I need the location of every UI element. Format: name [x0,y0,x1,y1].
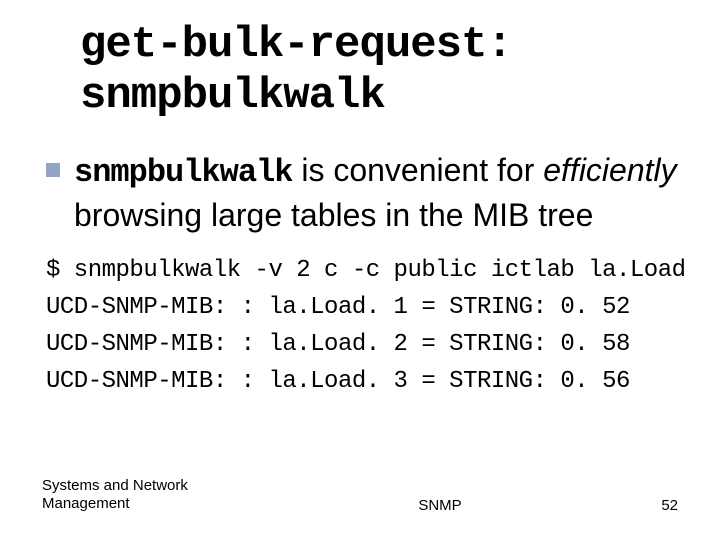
code-line: UCD-SNMP-MIB: : la.Load. 2 = STRING: 0. … [46,331,630,358]
page-number: 52 [618,497,678,514]
bullet-text: snmpbulkwalk is convenient for efficient… [74,149,680,237]
slide-footer: Systems and Network Management SNMP 52 [0,477,720,515]
code-line: $ snmpbulkwalk -v 2 c -c public ictlab l… [46,257,686,284]
command-name: snmpbulkwalk [74,154,292,191]
slide-body: snmpbulkwalk is convenient for efficient… [46,149,680,400]
bullet-pre: is convenient for [292,152,543,188]
code-block: $ snmpbulkwalk -v 2 c -c public ictlab l… [46,252,680,401]
bullet-post: browsing large tables in the MIB tree [74,197,593,233]
footer-center: SNMP [262,497,618,514]
slide: get-bulk-request: snmpbulkwalk snmpbulkw… [0,0,720,540]
title-line-1: get-bulk-request: [80,20,512,70]
slide-title: get-bulk-request: snmpbulkwalk [80,20,680,121]
code-line: UCD-SNMP-MIB: : la.Load. 3 = STRING: 0. … [46,368,630,395]
footer-left-line1: Systems and Network [42,477,188,494]
code-line: UCD-SNMP-MIB: : la.Load. 1 = STRING: 0. … [46,294,630,321]
square-bullet-icon [46,163,60,177]
bullet-item: snmpbulkwalk is convenient for efficient… [46,149,680,237]
bullet-emphasis: efficiently [543,152,676,188]
title-line-2: snmpbulkwalk [80,71,385,121]
footer-left: Systems and Network Management [42,477,262,515]
footer-left-line2: Management [42,495,130,512]
